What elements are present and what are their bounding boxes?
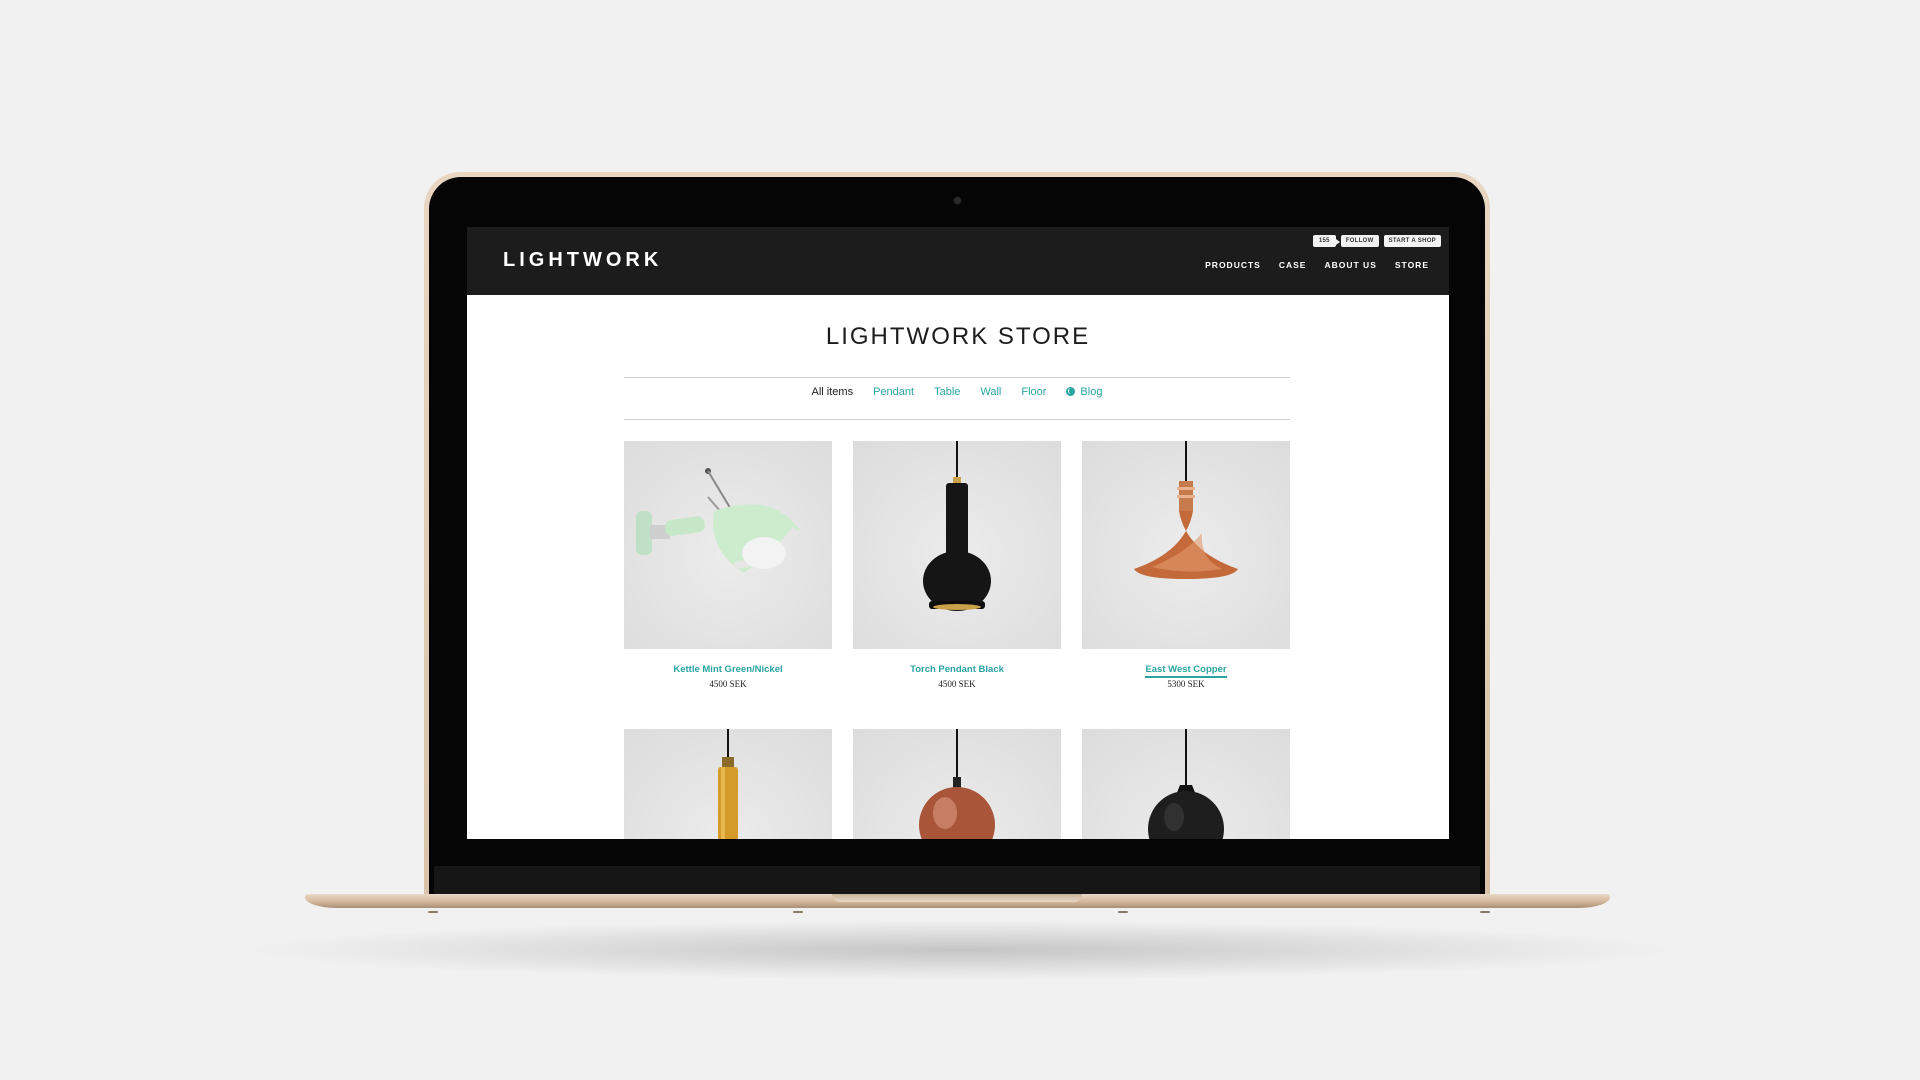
product-price: 4500 SEK — [938, 679, 976, 689]
product-card[interactable] — [624, 729, 832, 839]
main-nav: PRODUCTS CASE ABOUT US STORE — [1205, 260, 1429, 270]
product-image-torch-pendant[interactable] — [853, 441, 1061, 649]
laptop-foot — [1480, 911, 1490, 913]
product-image-gold-pendant[interactable] — [624, 729, 832, 839]
laptop-foot — [793, 911, 803, 913]
filter-wall[interactable]: Wall — [980, 386, 1001, 398]
product-image-east-west-copper[interactable] — [1082, 441, 1290, 649]
laptop-foot — [428, 911, 438, 913]
product-price: 4500 SEK — [709, 679, 747, 689]
laptop-notch — [832, 894, 1082, 902]
filter-blog[interactable]: Blog — [1066, 386, 1102, 398]
nav-about-us[interactable]: ABOUT US — [1324, 260, 1376, 270]
follow-button[interactable]: FOLLOW — [1340, 235, 1379, 247]
laptop-chin — [434, 866, 1480, 896]
nav-products[interactable]: PRODUCTS — [1205, 260, 1261, 270]
product-card[interactable]: Torch Pendant Black 4500 SEK — [853, 441, 1061, 689]
follow-count-badge: 155 — [1312, 235, 1340, 247]
product-name[interactable]: Kettle Mint Green/Nickel — [624, 664, 832, 675]
laptop-foot — [1118, 911, 1128, 913]
browser-screen: LIGHTWORK 155 FOLLOW START A SHOP PRODUC… — [467, 227, 1449, 839]
site-logo[interactable]: LIGHTWORK — [503, 249, 662, 272]
filter-table[interactable]: Table — [934, 386, 960, 398]
product-name-text: East West Copper — [1145, 664, 1227, 678]
page-title: LIGHTWORK STORE — [825, 323, 1091, 350]
filter-all-items[interactable]: All items — [812, 386, 854, 398]
product-card[interactable]: East West Copper 5300 SEK — [1082, 441, 1290, 689]
product-card[interactable] — [1082, 729, 1290, 839]
filter-pendant[interactable]: Pendant — [873, 386, 914, 398]
filter-floor[interactable]: Floor — [1021, 386, 1046, 398]
product-card[interactable]: Kettle Mint Green/Nickel 4500 SEK — [624, 441, 832, 689]
globe-icon — [1066, 387, 1076, 396]
site-header: LIGHTWORK 155 FOLLOW START A SHOP PRODUC… — [467, 227, 1449, 295]
product-price: 5300 SEK — [1167, 679, 1205, 689]
product-image-copper-globe[interactable] — [853, 729, 1061, 839]
category-filter: All items Pendant Table Wall Floor Blog — [624, 386, 1290, 398]
camera-icon — [954, 197, 961, 204]
laptop-shadow — [240, 920, 1680, 980]
bottom-divider — [624, 419, 1290, 420]
top-actions: 155 FOLLOW START A SHOP — [1312, 235, 1441, 247]
nav-case[interactable]: CASE — [1279, 260, 1307, 270]
product-image-kettle-lamp[interactable] — [624, 441, 832, 649]
product-image-black-globe[interactable] — [1082, 729, 1290, 839]
start-a-shop-button[interactable]: START A SHOP — [1383, 235, 1441, 247]
product-name[interactable]: East West Copper — [1082, 664, 1290, 678]
filter-blog-label: Blog — [1080, 386, 1103, 398]
product-name[interactable]: Torch Pendant Black — [853, 664, 1061, 675]
product-card[interactable] — [853, 729, 1061, 839]
top-divider — [624, 377, 1290, 378]
nav-store[interactable]: STORE — [1395, 260, 1429, 270]
